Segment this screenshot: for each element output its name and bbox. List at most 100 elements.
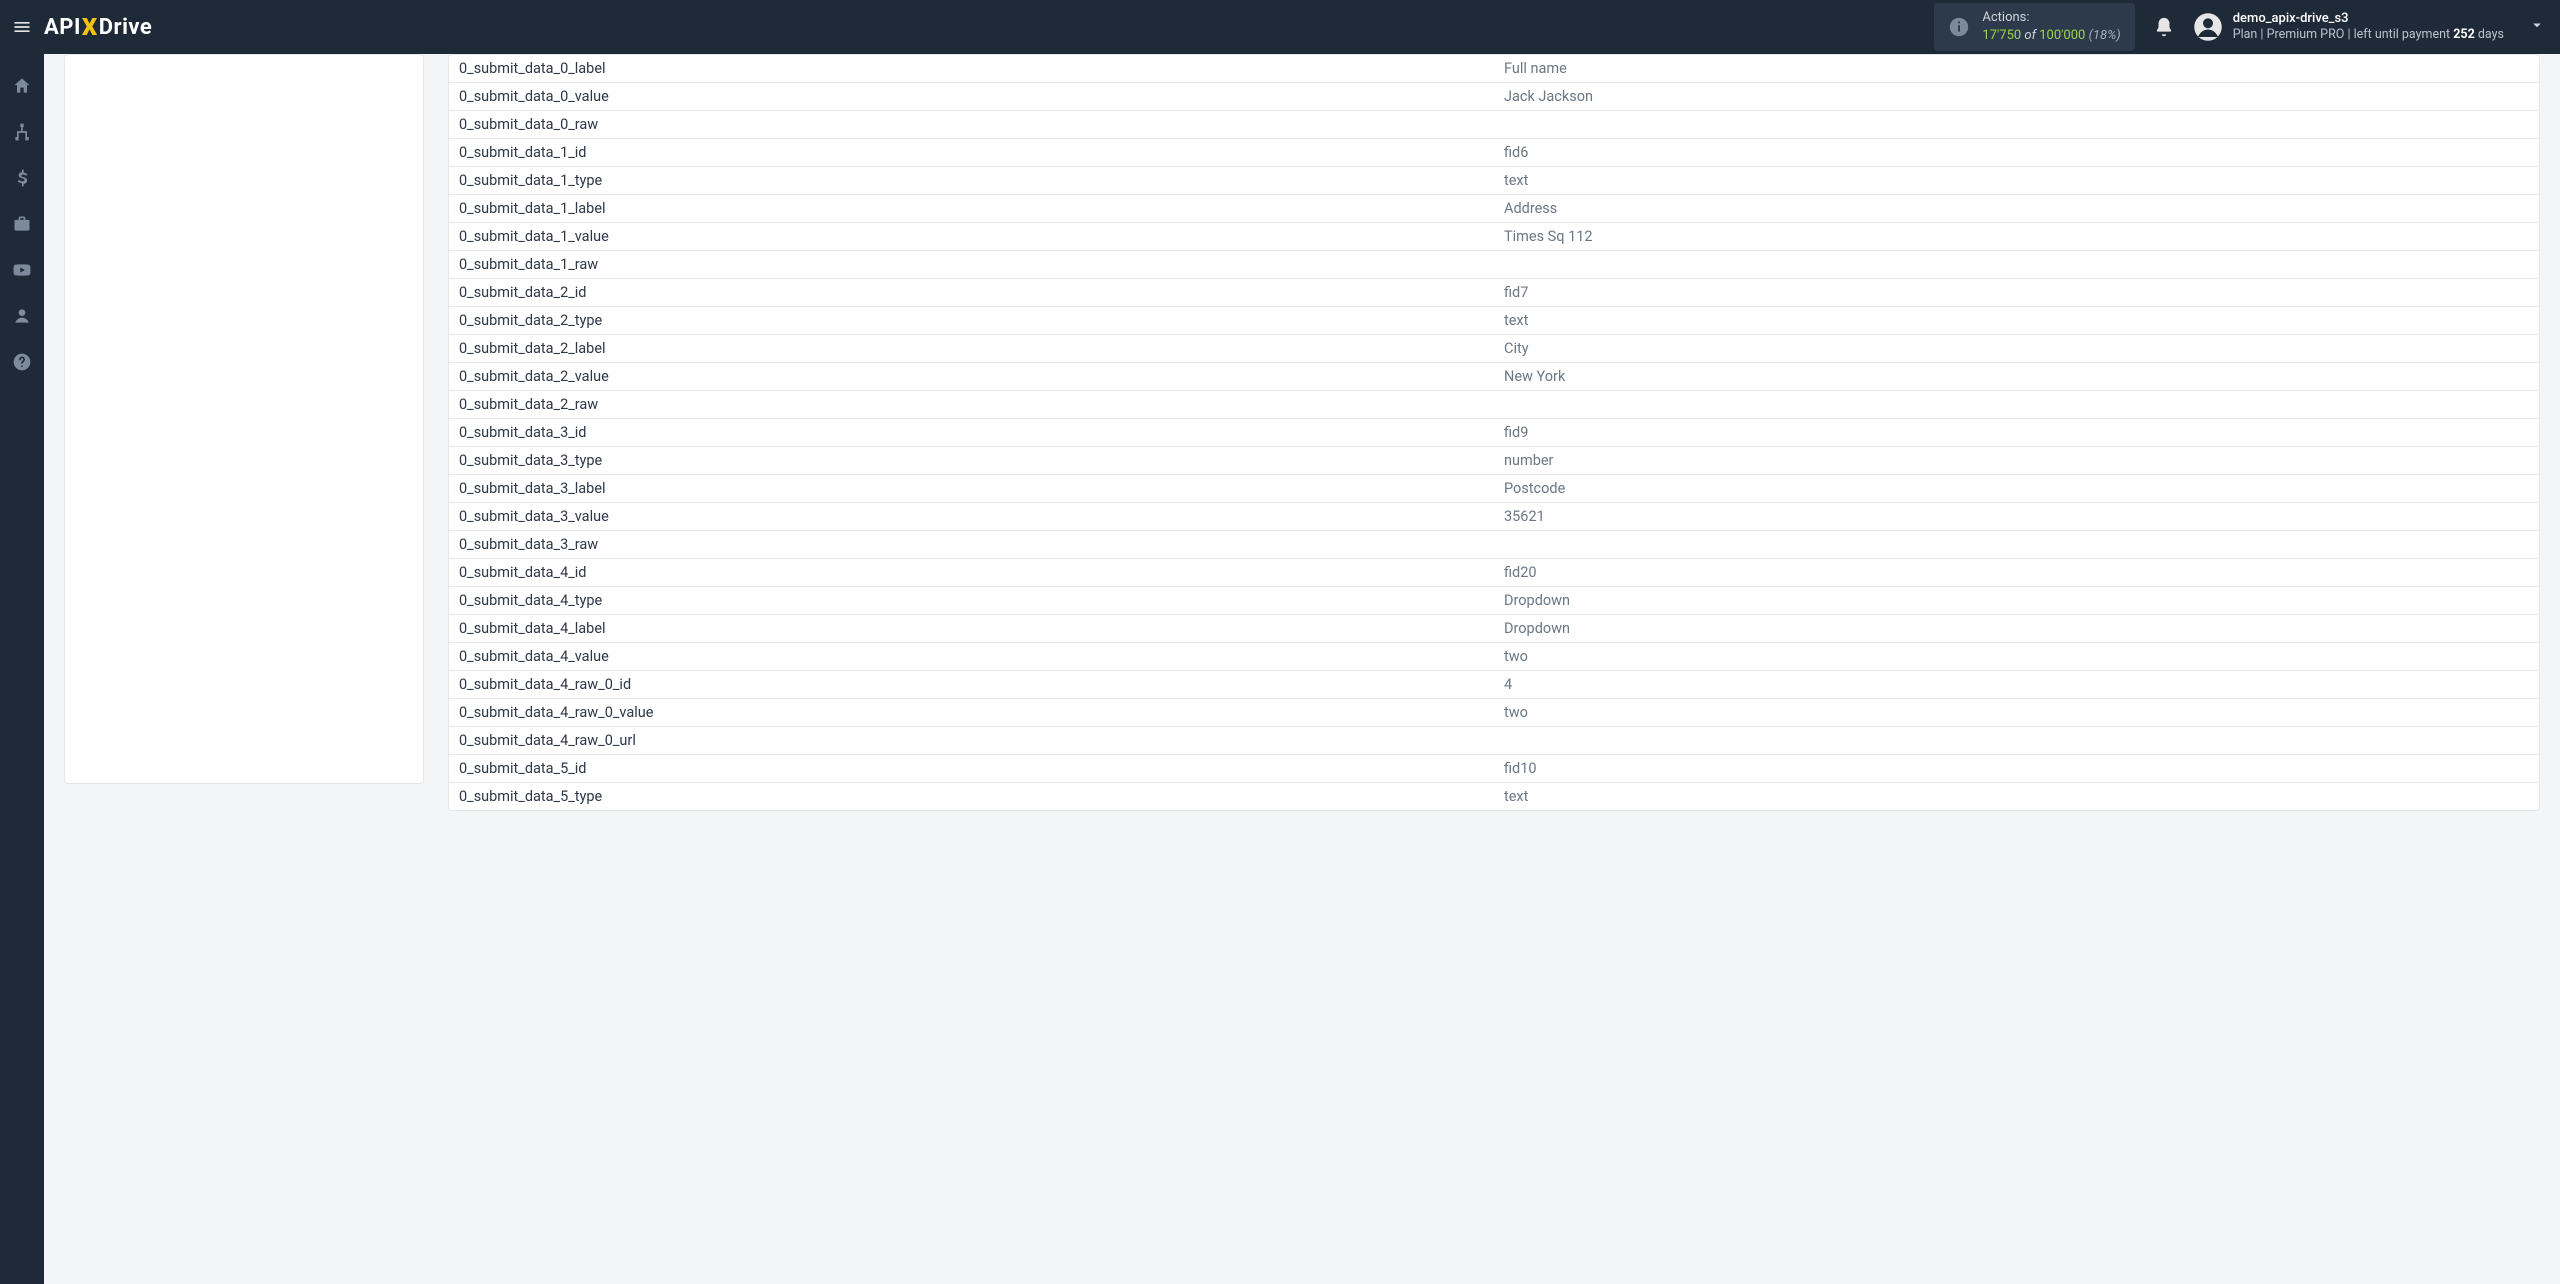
- data-key: 0_submit_data_1_id: [449, 139, 1494, 167]
- menu-toggle-button[interactable]: [10, 15, 34, 39]
- data-value: [1494, 531, 2539, 559]
- data-value: number: [1494, 447, 2539, 475]
- data-key: 0_submit_data_1_value: [449, 223, 1494, 251]
- data-value: Dropdown: [1494, 615, 2539, 643]
- user-texts: demo_apix-drive_s3 Plan | Premium PRO | …: [2233, 10, 2504, 44]
- actions-used: 17'750: [1982, 28, 2021, 43]
- data-key: 0_submit_data_3_id: [449, 419, 1494, 447]
- days-label: days: [2478, 27, 2504, 42]
- actions-usage-box[interactable]: Actions: 17'750 of 100'000 (18%): [1934, 3, 2134, 50]
- data-preview-card: 0_submit_data_0_labelFull name0_submit_d…: [448, 54, 2540, 811]
- table-row: 0_submit_data_3_value35621: [449, 503, 2539, 531]
- data-value: two: [1494, 643, 2539, 671]
- plan-sep: | left until payment: [2347, 27, 2450, 42]
- table-row: 0_submit_data_5_idfid10: [449, 755, 2539, 783]
- data-key: 0_submit_data_0_label: [449, 55, 1494, 83]
- data-key: 0_submit_data_4_raw_0_url: [449, 727, 1494, 755]
- sidebar-item-billing[interactable]: [10, 166, 34, 190]
- data-key: 0_submit_data_4_label: [449, 615, 1494, 643]
- data-value: [1494, 251, 2539, 279]
- data-key: 0_submit_data_4_raw_0_value: [449, 699, 1494, 727]
- table-row: 0_submit_data_4_typeDropdown: [449, 587, 2539, 615]
- data-value: City: [1494, 335, 2539, 363]
- data-value: 4: [1494, 671, 2539, 699]
- data-value: Full name: [1494, 55, 2539, 83]
- sidebar-item-help[interactable]: [10, 350, 34, 374]
- info-icon: [1948, 16, 1970, 38]
- plan-prefix: Plan |: [2233, 27, 2264, 42]
- table-row: 0_submit_data_3_typenumber: [449, 447, 2539, 475]
- logo-x: X: [82, 13, 98, 41]
- data-value: text: [1494, 167, 2539, 195]
- sidebar-item-account[interactable]: [10, 304, 34, 328]
- data-value: 35621: [1494, 503, 2539, 531]
- data-key: 0_submit_data_3_value: [449, 503, 1494, 531]
- table-row: 0_submit_data_2_idfid7: [449, 279, 2539, 307]
- header-bar: API X Drive Actions: 17'750 of 100'000 (…: [0, 0, 2560, 54]
- data-value: fid7: [1494, 279, 2539, 307]
- notifications-icon[interactable]: [2153, 16, 2175, 38]
- sidebar-item-tutorials[interactable]: [10, 258, 34, 282]
- data-value: New York: [1494, 363, 2539, 391]
- sidebar-item-home[interactable]: [10, 74, 34, 98]
- table-row: 0_submit_data_3_raw: [449, 531, 2539, 559]
- data-value: Postcode: [1494, 475, 2539, 503]
- actions-pct: (18%): [2089, 28, 2121, 43]
- sidebar-item-connections[interactable]: [10, 120, 34, 144]
- table-row: 0_submit_data_1_idfid6: [449, 139, 2539, 167]
- sitemap-icon: [12, 122, 32, 142]
- help-icon: [12, 352, 32, 372]
- data-key: 0_submit_data_5_type: [449, 783, 1494, 811]
- home-icon: [12, 76, 32, 96]
- data-value: Address: [1494, 195, 2539, 223]
- plan-line: Plan | Premium PRO | left until payment …: [2233, 27, 2504, 44]
- data-value: fid9: [1494, 419, 2539, 447]
- sidebar-item-toolbox[interactable]: [10, 212, 34, 236]
- youtube-icon: [12, 260, 32, 280]
- table-row: 0_submit_data_2_valueNew York: [449, 363, 2539, 391]
- table-row: 0_submit_data_0_raw: [449, 111, 2539, 139]
- table-row: 0_submit_data_4_raw_0_url: [449, 727, 2539, 755]
- table-row: 0_submit_data_3_labelPostcode: [449, 475, 2539, 503]
- data-value: two: [1494, 699, 2539, 727]
- data-key: 0_submit_data_0_raw: [449, 111, 1494, 139]
- data-key: 0_submit_data_5_id: [449, 755, 1494, 783]
- data-key: 0_submit_data_2_raw: [449, 391, 1494, 419]
- data-key: 0_submit_data_3_raw: [449, 531, 1494, 559]
- data-value: Jack Jackson: [1494, 83, 2539, 111]
- header-expand-button[interactable]: [2528, 16, 2546, 38]
- user-menu[interactable]: demo_apix-drive_s3 Plan | Premium PRO | …: [2193, 10, 2504, 44]
- logo-api: API: [44, 15, 81, 40]
- data-value: [1494, 391, 2539, 419]
- data-key: 0_submit_data_1_label: [449, 195, 1494, 223]
- sidebar-nav: [0, 54, 44, 1284]
- actions-usage-text: Actions: 17'750 of 100'000 (18%): [1982, 9, 2120, 44]
- table-row: 0_submit_data_4_labelDropdown: [449, 615, 2539, 643]
- data-key: 0_submit_data_2_id: [449, 279, 1494, 307]
- data-key: 0_submit_data_2_type: [449, 307, 1494, 335]
- data-key: 0_submit_data_4_type: [449, 587, 1494, 615]
- table-row: 0_submit_data_1_raw: [449, 251, 2539, 279]
- data-value: [1494, 111, 2539, 139]
- actions-of: of: [2024, 28, 2036, 43]
- dollar-icon: [12, 168, 32, 188]
- briefcase-icon: [12, 214, 32, 234]
- table-row: 0_submit_data_1_labelAddress: [449, 195, 2539, 223]
- data-preview-table: 0_submit_data_0_labelFull name0_submit_d…: [449, 55, 2539, 810]
- table-row: 0_submit_data_4_idfid20: [449, 559, 2539, 587]
- table-row: 0_submit_data_2_typetext: [449, 307, 2539, 335]
- actions-total: 100'000: [2039, 28, 2085, 43]
- data-value: Times Sq 112: [1494, 223, 2539, 251]
- data-key: 0_submit_data_3_label: [449, 475, 1494, 503]
- data-value: fid6: [1494, 139, 2539, 167]
- table-row: 0_submit_data_2_labelCity: [449, 335, 2539, 363]
- table-row: 0_submit_data_2_raw: [449, 391, 2539, 419]
- data-key: 0_submit_data_1_raw: [449, 251, 1494, 279]
- hamburger-icon: [12, 17, 32, 37]
- chevron-down-icon: [2528, 16, 2546, 34]
- table-row: 0_submit_data_0_labelFull name: [449, 55, 2539, 83]
- data-key: 0_submit_data_2_value: [449, 363, 1494, 391]
- avatar-icon: [2193, 12, 2223, 42]
- table-row: 0_submit_data_3_idfid9: [449, 419, 2539, 447]
- brand-logo[interactable]: API X Drive: [44, 13, 152, 41]
